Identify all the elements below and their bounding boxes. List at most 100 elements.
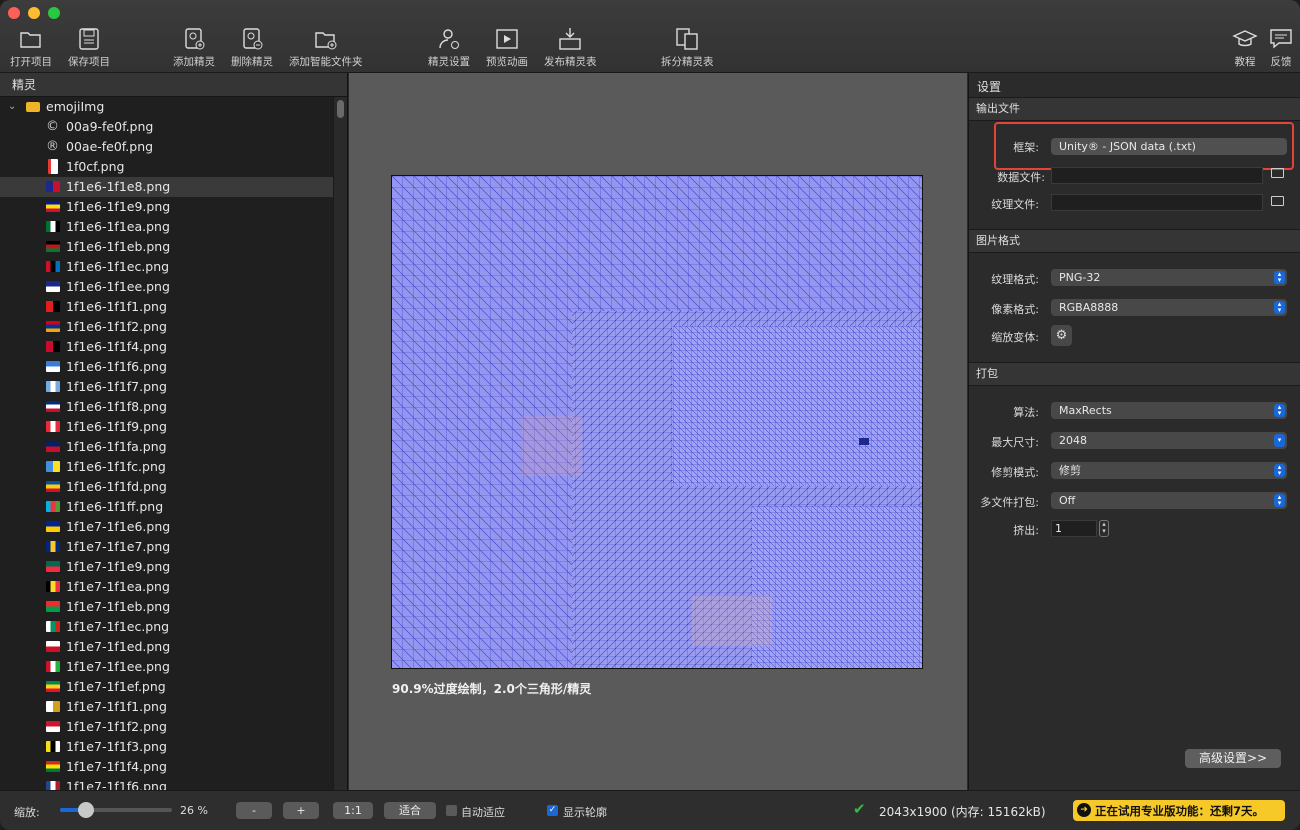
sprite-list-item[interactable]: 1f1e6-1f1f6.png <box>0 357 334 377</box>
sprite-list-item[interactable]: 1f1e6-1f1fc.png <box>0 457 334 477</box>
sprite-list-item[interactable]: 1f1e7-1f1ed.png <box>0 637 334 657</box>
sprite-list-item[interactable]: 1f1e6-1f1ee.png <box>0 277 334 297</box>
chevron-down-icon[interactable]: ⌄ <box>8 97 16 117</box>
sprite-list-item[interactable]: 1f1e7-1f1e6.png <box>0 517 334 537</box>
max-size-combobox[interactable]: 2048 ▾ <box>1051 432 1287 449</box>
sprite-list-item[interactable]: 1f1e7-1f1f4.png <box>0 757 334 777</box>
sprite-list-item[interactable]: 1f1e7-1f1ea.png <box>0 577 334 597</box>
sprite-list-item[interactable]: 1f1e7-1f1f6.png <box>0 777 334 790</box>
sprite-list-item[interactable]: ® 00ae-fe0f.png <box>0 137 334 157</box>
sprite-file-name: 1f1e6-1f1f7.png <box>66 379 167 394</box>
sprites-panel: 精灵 ⌄ emojiImg © 00a9-fe0f.png ® 00ae-fe0f.p… <box>0 73 348 790</box>
sprite-list-item[interactable]: 1f1e7-1f1e7.png <box>0 537 334 557</box>
flag-belgium-icon <box>46 581 60 592</box>
actual-size-button[interactable]: 1:1 <box>333 802 373 819</box>
add-smart-folder-button[interactable]: 添加智能文件夹 <box>289 26 363 69</box>
texture-format-select[interactable]: PNG-32 ▴ ▾ <box>1051 269 1287 286</box>
sprite-list-item[interactable]: 1f1e7-1f1ec.png <box>0 617 334 637</box>
data-file-input[interactable] <box>1051 167 1263 184</box>
sprite-list-item[interactable]: 1f1e6-1f1ea.png <box>0 217 334 237</box>
feedback-button[interactable]: 反馈 <box>1268 26 1294 69</box>
zoom-out-button[interactable]: - <box>236 802 272 819</box>
sprite-list-item[interactable]: 1f1e6-1f1eb.png <box>0 237 334 257</box>
sprite-list-item[interactable]: 1f1e6-1f1fd.png <box>0 477 334 497</box>
publish-sprite-sheet-button[interactable]: 发布精灵表 <box>544 26 597 69</box>
sprite-list-item[interactable]: © 00a9-fe0f.png <box>0 117 334 137</box>
sprite-list-item[interactable]: 1f1e7-1f1e9.png <box>0 557 334 577</box>
auto-fit-checkbox[interactable] <box>446 805 457 816</box>
settings-panel: 设置 输出文件 框架: Unity® - JSON data (.txt) 数据… <box>968 73 1300 790</box>
sprite-file-name: 1f1e6-1f1ec.png <box>66 259 170 274</box>
sprite-list-item[interactable]: 1f0cf.png <box>0 157 334 177</box>
sprite-tree[interactable]: ⌄ emojiImg © 00a9-fe0f.png ® 00ae-fe0f.png 1… <box>0 97 334 790</box>
scale-variant-button[interactable]: ⚙ <box>1051 325 1072 346</box>
sprite-sheet-preview[interactable]: 90.9%过度绘制，2.0个三角形/精灵 <box>349 73 967 790</box>
zoom-in-button[interactable]: + <box>283 802 319 819</box>
fit-button[interactable]: 适合 <box>384 802 436 819</box>
zoom-slider[interactable] <box>60 802 172 818</box>
flag-burundi-icon <box>46 661 60 672</box>
open-project-button[interactable]: 打开项目 <box>10 26 52 69</box>
sprite-list-item[interactable]: 1f1e6-1f1ec.png <box>0 257 334 277</box>
sprite-list-item[interactable]: 1f1e6-1f1fa.png <box>0 437 334 457</box>
sprite-mesh-overlay <box>392 176 922 668</box>
texture-file-input[interactable] <box>1051 194 1263 211</box>
sprite-file-name: 1f1e7-1f1ec.png <box>66 619 170 634</box>
algorithm-select[interactable]: MaxRects ▴ ▾ <box>1051 402 1287 419</box>
sprite-settings-icon <box>439 29 459 49</box>
close-window-button[interactable] <box>8 7 20 19</box>
registered-symbol-icon: ® <box>46 139 59 154</box>
zoom-slider-knob[interactable] <box>77 802 94 818</box>
sprite-list-item[interactable]: 1f1e6-1f1f8.png <box>0 397 334 417</box>
preview-animation-button[interactable]: 预览动画 <box>486 26 528 69</box>
sprite-list-item[interactable]: 1f1e7-1f1f3.png <box>0 737 334 757</box>
framework-select[interactable]: Unity® - JSON data (.txt) <box>1051 138 1287 155</box>
pixel-format-select[interactable]: RGBA8888 ▴ ▾ <box>1051 299 1287 316</box>
sprite-list-item[interactable]: 1f1e6-1f1f2.png <box>0 317 334 337</box>
extrude-input[interactable]: 1 <box>1051 520 1097 537</box>
trial-banner[interactable]: ➜ 正在试用专业版功能：还剩7天。 <box>1073 800 1285 821</box>
extrude-stepper[interactable]: ▴ ▾ <box>1099 520 1109 537</box>
sprite-list-item[interactable]: 1f1e6-1f1e8.png <box>0 177 334 197</box>
sprite-list-item[interactable]: 1f1e6-1f1e9.png <box>0 197 334 217</box>
sprite-list-item[interactable]: 1f1e7-1f1eb.png <box>0 597 334 617</box>
sprite-list-item[interactable]: 1f1e7-1f1f1.png <box>0 697 334 717</box>
sprite-list-item[interactable]: 1f1e6-1f1f7.png <box>0 377 334 397</box>
advanced-settings-button[interactable]: 高级设置>> <box>1185 749 1281 768</box>
show-outline-checkbox[interactable]: ✓ <box>547 805 558 816</box>
scrollbar-thumb[interactable] <box>337 100 344 118</box>
sprite-file-name: 1f1e7-1f1f1.png <box>66 699 167 714</box>
sprite-list-item[interactable]: 1f1e6-1f1ff.png <box>0 497 334 517</box>
add-sprite-button[interactable]: 添加精灵 <box>173 26 215 69</box>
tutorial-button[interactable]: 教程 <box>1232 26 1258 69</box>
sprite-list-item[interactable]: 1f1e7-1f1ee.png <box>0 657 334 677</box>
sprite-file-name: 1f1e6-1f1f9.png <box>66 419 167 434</box>
multipack-select[interactable]: Off ▴ ▾ <box>1051 492 1287 509</box>
sprite-list-item[interactable]: 1f1e7-1f1f2.png <box>0 717 334 737</box>
settings-title: 设置 <box>977 80 1002 94</box>
sprite-list-item[interactable]: 1f1e6-1f1f1.png <box>0 297 334 317</box>
remove-sprite-button[interactable]: 删除精灵 <box>231 26 273 69</box>
save-project-button[interactable]: 保存项目 <box>68 26 110 69</box>
sprite-sheet-image[interactable] <box>391 175 923 669</box>
sprite-list-item[interactable]: 1f1e7-1f1ef.png <box>0 677 334 697</box>
split-sheet-icon <box>676 28 698 50</box>
max-size-label: 最大尺寸: <box>991 436 1039 449</box>
sprite-file-name: 1f1e6-1f1ff.png <box>66 499 164 514</box>
sprite-list-item[interactable]: 1f1e6-1f1f9.png <box>0 417 334 437</box>
zoom-window-button[interactable] <box>48 7 60 19</box>
sprite-file-name: 00a9-fe0f.png <box>66 119 154 134</box>
sprite-list-scrollbar[interactable] <box>333 97 347 790</box>
add-smart-folder-label: 添加智能文件夹 <box>289 56 363 68</box>
trim-mode-select[interactable]: 修剪 ▴ ▾ <box>1051 462 1287 479</box>
minimize-window-button[interactable] <box>28 7 40 19</box>
folder-row[interactable]: ⌄ emojiImg <box>0 97 334 117</box>
sprite-file-name: 1f1e7-1f1ef.png <box>66 679 166 694</box>
split-sprite-sheet-button[interactable]: 拆分精灵表 <box>661 26 714 69</box>
sprite-settings-button[interactable]: 精灵设置 <box>428 26 470 69</box>
folder-browse-icon[interactable] <box>1271 168 1284 178</box>
folder-browse-icon[interactable] <box>1271 196 1284 206</box>
sprite-file-name: 1f1e6-1f1f8.png <box>66 399 167 414</box>
sprite-list-item[interactable]: 1f1e6-1f1f4.png <box>0 337 334 357</box>
sprite-file-name: 1f1e6-1f1fd.png <box>66 479 167 494</box>
